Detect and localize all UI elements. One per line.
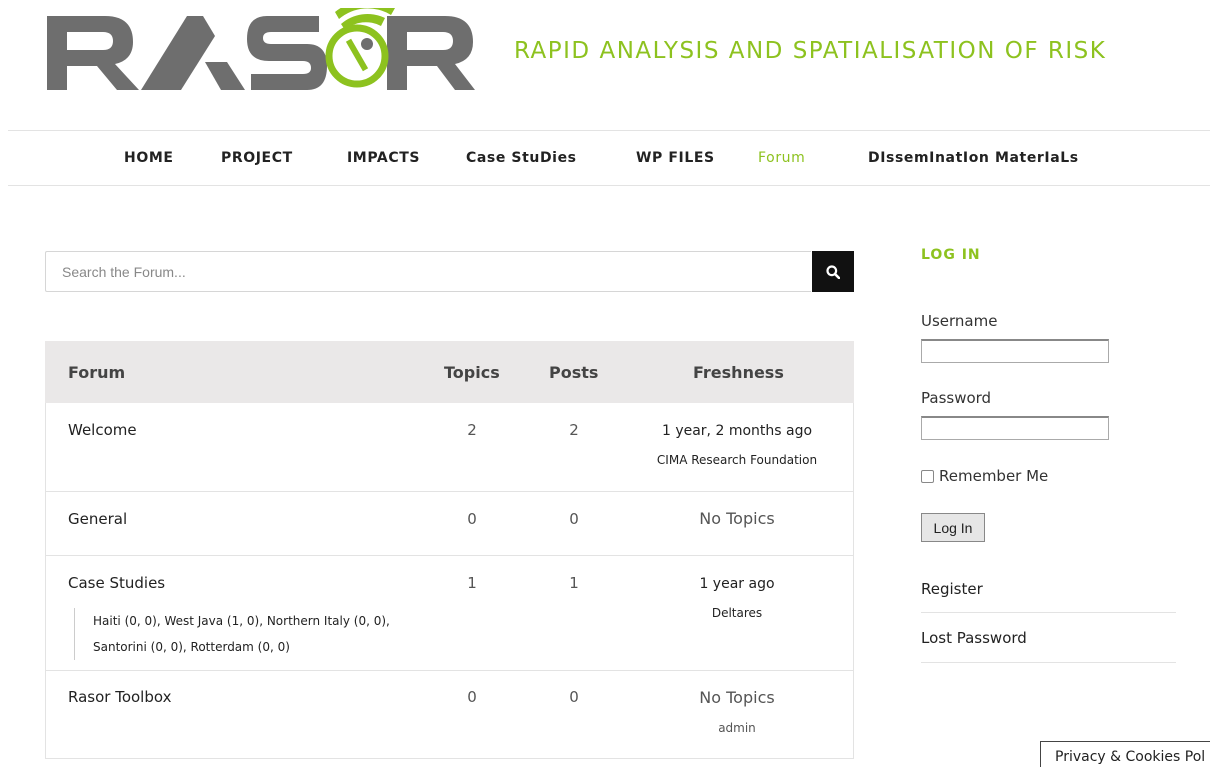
remember-me[interactable]: Remember Me — [921, 467, 1048, 485]
username-field[interactable] — [921, 339, 1109, 363]
forum-table-header: Forum Topics Posts Freshness — [45, 341, 854, 403]
lost-password-link[interactable]: Lost Password — [921, 629, 1176, 647]
register-link[interactable]: Register — [921, 580, 1176, 598]
divider — [921, 612, 1176, 613]
topics-count: 0 — [467, 510, 477, 528]
header-forum: Forum — [68, 363, 126, 382]
forum-title-link[interactable]: General — [68, 510, 127, 528]
nav-case-studies[interactable]: Case StuDies — [466, 150, 577, 166]
last-author-link[interactable]: CIMA Research Foundation — [637, 453, 837, 467]
divider — [921, 662, 1176, 663]
table-row: Case Studies 1 1 1 year ago Deltares Hai… — [46, 556, 853, 671]
table-row: Rasor Toolbox 0 0 No Topics admin — [46, 671, 853, 759]
posts-count: 0 — [569, 510, 579, 528]
freshness-link[interactable]: 1 year ago — [637, 576, 837, 592]
nav-wp-files[interactable]: WP FILES — [636, 150, 715, 166]
topics-count: 2 — [467, 421, 477, 439]
nav-impacts[interactable]: IMPACTS — [347, 150, 420, 166]
main-nav: HOME PROJECT IMPACTS Case StuDies WP FIL… — [8, 130, 1210, 186]
topics-count: 0 — [467, 688, 477, 706]
username-label: Username — [921, 312, 998, 330]
header-topics: Topics — [444, 363, 500, 382]
forum-title-link[interactable]: Welcome — [68, 421, 137, 439]
freshness-text: No Topics — [699, 688, 775, 707]
subforum-links-line[interactable]: Santorini (0, 0), Rotterdam (0, 0) — [93, 634, 413, 660]
search-input[interactable] — [45, 251, 811, 292]
rasor-logo[interactable] — [45, 8, 475, 94]
nav-home[interactable]: HOME — [124, 150, 174, 166]
posts-count: 1 — [569, 574, 579, 592]
login-button[interactable]: Log In — [921, 513, 985, 542]
search-icon — [826, 264, 840, 279]
search-button[interactable] — [812, 251, 854, 292]
topics-count: 1 — [467, 574, 477, 592]
freshness-link[interactable]: 1 year, 2 months ago — [637, 423, 837, 439]
password-field[interactable] — [921, 416, 1109, 440]
table-row: General 0 0 No Topics — [46, 492, 853, 556]
password-label: Password — [921, 389, 992, 407]
forum-table: Forum Topics Posts Freshness Welcome 2 2… — [45, 341, 854, 759]
forum-search — [45, 251, 854, 292]
login-widget-title: LOG IN — [921, 247, 981, 263]
forum-title-link[interactable]: Rasor Toolbox — [68, 688, 171, 706]
nav-dissemination-materials[interactable]: DIssemInatIon MaterIaLs — [868, 150, 1079, 166]
last-author-link[interactable]: Deltares — [637, 606, 837, 620]
nav-project[interactable]: PROJECT — [221, 150, 293, 166]
nav-forum[interactable]: Forum — [758, 150, 805, 166]
remember-me-checkbox[interactable] — [921, 469, 934, 483]
posts-count: 0 — [569, 688, 579, 706]
remember-me-label: Remember Me — [939, 467, 1049, 485]
forum-title-link[interactable]: Case Studies — [68, 574, 165, 592]
site-tagline: RAPID ANALYSIS AND SPATIALISATION OF RIS… — [514, 38, 1107, 64]
subforum-list: Haiti (0, 0), West Java (1, 0), Northern… — [74, 608, 413, 660]
last-author-link[interactable]: admin — [637, 721, 837, 735]
freshness-text: No Topics — [699, 509, 775, 528]
privacy-cookies-button[interactable]: Privacy & Cookies Pol — [1040, 741, 1210, 767]
posts-count: 2 — [569, 421, 579, 439]
table-row: Welcome 2 2 1 year, 2 months ago CIMA Re… — [46, 403, 853, 492]
subforum-links-line[interactable]: Haiti (0, 0), West Java (1, 0), Northern… — [93, 608, 413, 634]
header-posts: Posts — [549, 363, 599, 382]
header-freshness: Freshness — [693, 363, 784, 382]
